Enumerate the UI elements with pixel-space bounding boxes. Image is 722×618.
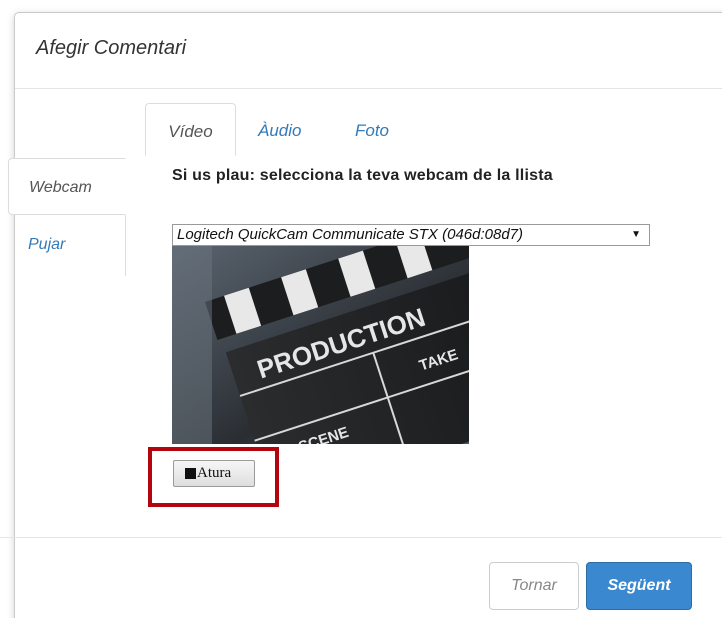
webcam-select-prompt: Si us plau: selecciona la teva webcam de… xyxy=(172,167,553,184)
tab-photo[interactable]: Foto xyxy=(355,103,389,156)
webcam-select-value: Logitech QuickCam Communicate STX (046d:… xyxy=(177,226,523,243)
dialog-title: Afegir Comentari xyxy=(36,37,187,59)
tab-upload[interactable]: Pujar xyxy=(8,215,126,275)
tab-video[interactable]: Vídeo xyxy=(145,103,236,156)
stop-recording-button[interactable]: Atura xyxy=(173,460,255,487)
source-tabs: Webcam Pujar xyxy=(8,158,126,275)
stop-icon xyxy=(185,468,196,479)
media-tabs: Vídeo Àudio Foto xyxy=(145,103,705,156)
dropdown-arrow-icon: ▼ xyxy=(631,229,641,240)
tab-webcam[interactable]: Webcam xyxy=(8,158,126,215)
stop-label: Atura xyxy=(197,465,232,481)
next-button[interactable]: Següent xyxy=(586,562,692,610)
webcam-preview: PRODUCTION SCENE TAKE xyxy=(172,246,469,444)
webcam-select[interactable]: Logitech QuickCam Communicate STX (046d:… xyxy=(172,224,650,246)
dialog-header: Afegir Comentari xyxy=(15,13,722,89)
back-button[interactable]: Tornar xyxy=(489,562,579,610)
clapperboard-image: PRODUCTION SCENE TAKE xyxy=(172,246,469,444)
tab-audio[interactable]: Àudio xyxy=(258,103,301,156)
